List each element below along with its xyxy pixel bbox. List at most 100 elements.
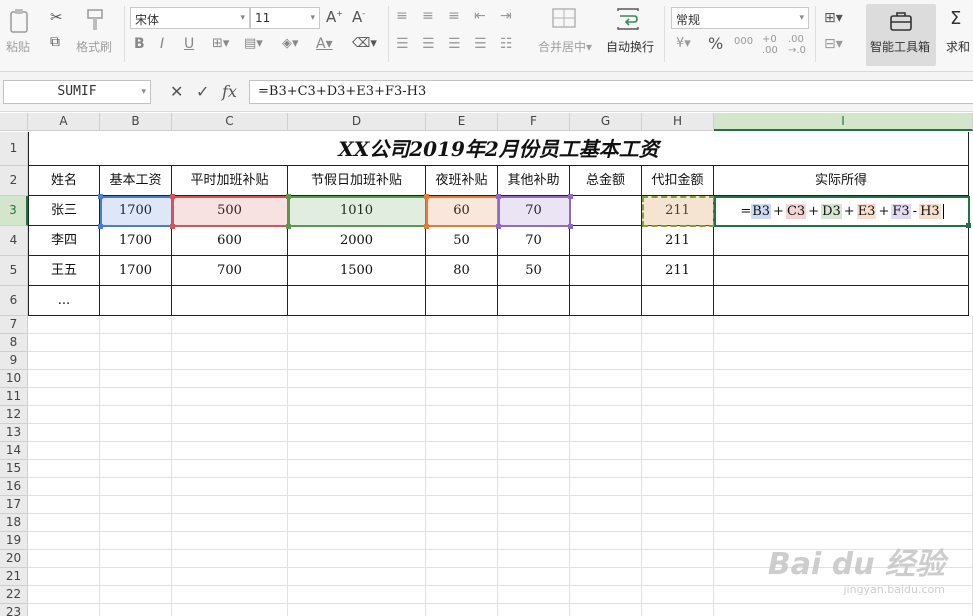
cancel-icon[interactable]: ✕	[170, 82, 183, 101]
row-header-22[interactable]: 22	[0, 586, 28, 604]
align-top-icon[interactable]: ≡	[396, 8, 408, 24]
cell-i12[interactable]	[714, 406, 973, 424]
cell-a3[interactable]: 张三	[28, 196, 100, 226]
italic-icon[interactable]: I	[160, 36, 164, 52]
cell-h21[interactable]	[642, 568, 714, 586]
row-header-8[interactable]: 8	[0, 334, 28, 352]
resize-handle[interactable]	[568, 224, 573, 229]
cell-e14[interactable]	[426, 442, 498, 460]
cell-c10[interactable]	[172, 370, 288, 388]
select-all-corner[interactable]	[0, 113, 28, 131]
border-icon[interactable]: ⊞▾	[212, 36, 229, 51]
cell-g3[interactable]	[570, 196, 642, 226]
row-header-10[interactable]: 10	[0, 370, 28, 388]
cell-c11[interactable]	[172, 388, 288, 406]
cell-h12[interactable]	[642, 406, 714, 424]
cell-b12[interactable]	[100, 406, 172, 424]
cell-b8[interactable]	[100, 334, 172, 352]
align-left-icon[interactable]: ☰	[396, 36, 409, 52]
cell-g15[interactable]	[570, 460, 642, 478]
cell-g17[interactable]	[570, 496, 642, 514]
resize-handle[interactable]	[286, 194, 291, 199]
cell-c6[interactable]	[172, 286, 288, 316]
cell-f9[interactable]	[498, 352, 570, 370]
cell-c17[interactable]	[172, 496, 288, 514]
cell-i4[interactable]	[714, 226, 969, 256]
cell-f4[interactable]: 70	[498, 226, 570, 256]
cell-e8[interactable]	[426, 334, 498, 352]
copy-icon[interactable]: ⧉	[50, 34, 60, 50]
cell-b7[interactable]	[100, 316, 172, 334]
header-cell-c[interactable]: 平时加班补贴	[172, 166, 288, 196]
border-style-icon[interactable]: ▤▾	[244, 36, 263, 51]
header-cell-e[interactable]: 夜班补贴	[426, 166, 498, 196]
cell-e11[interactable]	[426, 388, 498, 406]
cell-g4[interactable]	[570, 226, 642, 256]
cell-c23[interactable]	[172, 604, 288, 616]
cell-i7[interactable]	[714, 316, 973, 334]
cell-d17[interactable]	[288, 496, 426, 514]
number-format-select[interactable]: 常规 ▾	[671, 7, 809, 29]
cell-b4[interactable]: 1700	[100, 226, 172, 256]
cell-d13[interactable]	[288, 424, 426, 442]
cell-a10[interactable]	[28, 370, 100, 388]
cell-e7[interactable]	[426, 316, 498, 334]
row-header-2[interactable]: 2	[0, 166, 28, 196]
resize-handle[interactable]	[98, 194, 103, 199]
cell-e18[interactable]	[426, 514, 498, 532]
cell-f17[interactable]	[498, 496, 570, 514]
cell-a14[interactable]	[28, 442, 100, 460]
cell-d12[interactable]	[288, 406, 426, 424]
smart-toolbox-button[interactable]: 智能工具箱	[870, 38, 930, 55]
cell-f23[interactable]	[498, 604, 570, 616]
cell-h5[interactable]: 211	[642, 256, 714, 286]
cell-b5[interactable]: 1700	[100, 256, 172, 286]
align-bottom-icon[interactable]: ≡	[448, 8, 460, 24]
cell-g12[interactable]	[570, 406, 642, 424]
row-header-18[interactable]: 18	[0, 514, 28, 532]
column-header-f[interactable]: F	[498, 113, 570, 131]
cell-b23[interactable]	[100, 604, 172, 616]
cell-c22[interactable]	[172, 586, 288, 604]
cell-h22[interactable]	[642, 586, 714, 604]
row-header-20[interactable]: 20	[0, 550, 28, 568]
align-middle-icon[interactable]: ≡	[422, 8, 434, 24]
cell-e16[interactable]	[426, 478, 498, 496]
fill-handle[interactable]	[966, 223, 971, 228]
cell-h8[interactable]	[642, 334, 714, 352]
resize-handle[interactable]	[170, 194, 175, 199]
cell-f16[interactable]	[498, 478, 570, 496]
cell-g20[interactable]	[570, 550, 642, 568]
thousands-icon[interactable]: 000	[734, 36, 753, 47]
format-painter-icon[interactable]	[84, 8, 106, 37]
cell-c16[interactable]	[172, 478, 288, 496]
cell-g5[interactable]	[570, 256, 642, 286]
cell-h20[interactable]	[642, 550, 714, 568]
cell-b14[interactable]	[100, 442, 172, 460]
cell-d23[interactable]	[288, 604, 426, 616]
cell-b16[interactable]	[100, 478, 172, 496]
cell-d7[interactable]	[288, 316, 426, 334]
cell-e19[interactable]	[426, 532, 498, 550]
row-header-6[interactable]: 6	[0, 286, 28, 316]
row-header-14[interactable]: 14	[0, 442, 28, 460]
cell-d19[interactable]	[288, 532, 426, 550]
cell-e6[interactable]	[426, 286, 498, 316]
cell-d20[interactable]	[288, 550, 426, 568]
cell-b15[interactable]	[100, 460, 172, 478]
paste-button[interactable]: 粘贴	[6, 38, 30, 55]
cell-f11[interactable]	[498, 388, 570, 406]
cell-a5[interactable]: 王五	[28, 256, 100, 286]
cell-h11[interactable]	[642, 388, 714, 406]
cell-g7[interactable]	[570, 316, 642, 334]
cell-a12[interactable]	[28, 406, 100, 424]
cell-f13[interactable]	[498, 424, 570, 442]
column-header-e[interactable]: E	[426, 113, 498, 131]
cut-icon[interactable]: ✂	[50, 8, 63, 26]
cell-h3[interactable]: 211	[642, 196, 714, 226]
increase-decimal-icon[interactable]: +0.00	[762, 34, 778, 56]
column-header-b[interactable]: B	[100, 113, 172, 131]
paste-icon[interactable]	[8, 8, 32, 37]
cell-b11[interactable]	[100, 388, 172, 406]
bold-icon[interactable]: B	[134, 36, 145, 52]
